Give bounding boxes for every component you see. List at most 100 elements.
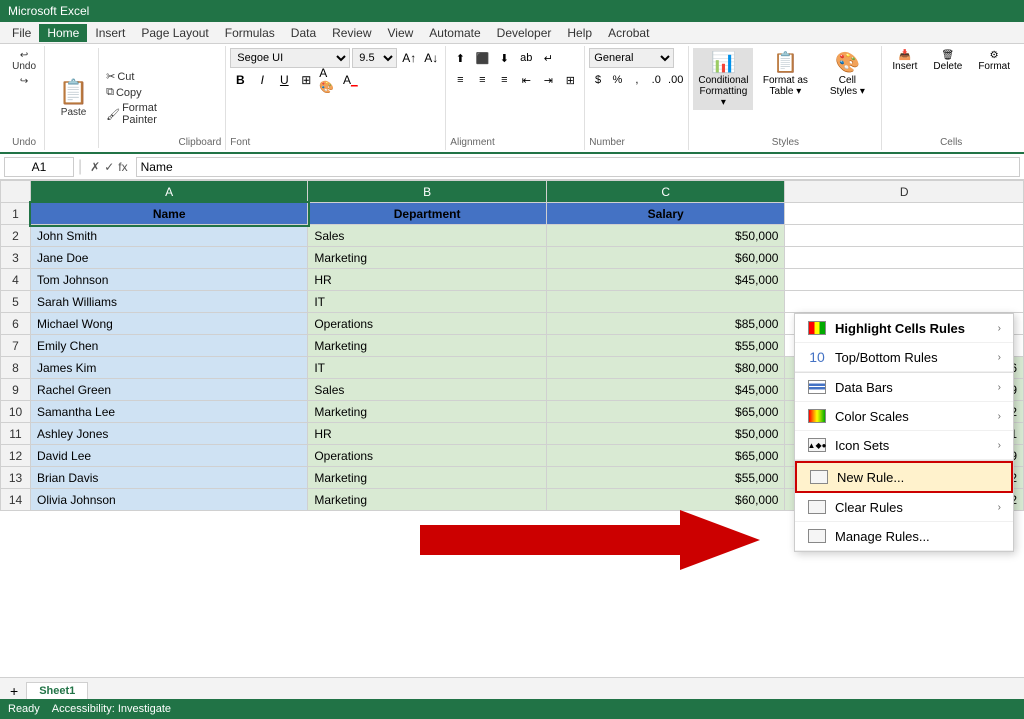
cell-d2[interactable] [785,225,1024,247]
cell-d4[interactable] [785,269,1024,291]
cell-a7[interactable]: Emily Chen [31,335,308,357]
merge-center-button[interactable]: ⊞ [560,70,580,90]
menu-automate[interactable]: Automate [421,24,488,42]
cell-c9[interactable]: $45,000 [546,379,785,401]
cell-c6[interactable]: $85,000 [546,313,785,335]
cell-a10[interactable]: Samantha Lee [31,401,308,423]
cell-b11[interactable]: HR [308,423,547,445]
menu-page-layout[interactable]: Page Layout [133,24,216,42]
border-button[interactable]: ⊞ [296,70,316,90]
italic-button[interactable]: I [252,70,272,90]
cell-d1[interactable] [785,203,1024,225]
align-center-button[interactable]: ≡ [472,70,492,90]
dropdown-item-icon-sets[interactable]: ▲◆● Icon Sets › [795,431,1013,460]
menu-file[interactable]: File [4,24,39,42]
cell-b1[interactable]: Department [308,203,547,225]
align-middle-button[interactable]: ⬛ [472,48,492,68]
number-format-select[interactable]: General [589,48,674,68]
col-header-b[interactable]: B [308,181,547,203]
col-header-c[interactable]: C [546,181,785,203]
format-painter-button[interactable]: 🖌 Format Painter [103,101,174,127]
dropdown-item-data-bars[interactable]: Data Bars › [795,373,1013,402]
menu-data[interactable]: Data [283,24,324,42]
menu-help[interactable]: Help [559,24,600,42]
bold-button[interactable]: B [230,70,250,90]
cell-b6[interactable]: Operations [308,313,547,335]
percent-button[interactable]: % [609,70,626,90]
cell-a1[interactable]: Name [31,203,308,225]
cell-a12[interactable]: David Lee [31,445,308,467]
cell-styles-button[interactable]: 🎨 CellStyles ▾ [817,48,877,99]
dropdown-item-clear-rules[interactable]: Clear Rules › [795,493,1013,522]
align-right-button[interactable]: ≡ [494,70,514,90]
cell-b7[interactable]: Marketing [308,335,547,357]
cell-a4[interactable]: Tom Johnson [31,269,308,291]
decrease-font-button[interactable]: A↓ [421,48,441,68]
insert-button[interactable]: 📥 Insert [886,48,923,74]
cell-c8[interactable]: $80,000 [546,357,785,379]
cell-b12[interactable]: Operations [308,445,547,467]
cell-d3[interactable] [785,247,1024,269]
format-button[interactable]: ⚙ Format [972,48,1016,74]
copy-button[interactable]: ⧉ Copy [103,85,174,100]
cell-a11[interactable]: Ashley Jones [31,423,308,445]
cell-b8[interactable]: IT [308,357,547,379]
confirm-formula-icon[interactable]: ✓ [104,160,114,174]
cell-c14[interactable]: $60,000 [546,489,785,511]
cell-b14[interactable]: Marketing [308,489,547,511]
decrease-indent-button[interactable]: ⇤ [516,70,536,90]
cell-b9[interactable]: Sales [308,379,547,401]
cell-b2[interactable]: Sales [308,225,547,247]
cell-a6[interactable]: Michael Wong [31,313,308,335]
sheet-tab-sheet1[interactable]: Sheet1 [26,682,88,699]
col-header-a[interactable]: A [31,181,308,203]
delete-button[interactable]: 🗑 Delete [927,48,968,74]
align-top-button[interactable]: ⬆ [450,48,470,68]
undo-button[interactable]: ↩ Undo [8,48,40,74]
cell-b4[interactable]: HR [308,269,547,291]
cell-c2[interactable]: $50,000 [546,225,785,247]
cell-c7[interactable]: $55,000 [546,335,785,357]
cell-b5[interactable]: IT [308,291,547,313]
format-table-button[interactable]: 📋 Format asTable ▾ [755,48,815,99]
menu-acrobat[interactable]: Acrobat [600,24,657,42]
cell-c3[interactable]: $60,000 [546,247,785,269]
insert-function-icon[interactable]: fx [118,160,127,174]
dropdown-item-new-rule[interactable]: New Rule... [795,461,1013,493]
increase-font-button[interactable]: A↑ [399,48,419,68]
comma-button[interactable]: , [628,70,645,90]
align-bottom-button[interactable]: ⬇ [494,48,514,68]
dropdown-item-color-scales[interactable]: Color Scales › [795,402,1013,431]
dropdown-item-highlight-cells[interactable]: Highlight Cells Rules › [795,314,1013,343]
cell-a9[interactable]: Rachel Green [31,379,308,401]
cell-c1[interactable]: Salary [546,203,785,225]
cell-c10[interactable]: $65,000 [546,401,785,423]
cell-name-box[interactable] [4,157,74,177]
align-left-button[interactable]: ≡ [450,70,470,90]
fill-color-button[interactable]: A🎨 [318,70,338,90]
underline-button[interactable]: U [274,70,294,90]
menu-formulas[interactable]: Formulas [217,24,283,42]
font-family-select[interactable]: Segoe UI [230,48,350,68]
increase-indent-button[interactable]: ⇥ [538,70,558,90]
cell-a14[interactable]: Olivia Johnson [31,489,308,511]
paste-button[interactable]: 📋 Paste [49,48,99,148]
cut-button[interactable]: ✂ Cut [103,69,174,84]
conditional-formatting-button[interactable]: 📊 ConditionalFormatting ▾ [693,48,753,110]
font-size-select[interactable]: 9.5 [352,48,397,68]
increase-decimal-button[interactable]: .0 [648,70,665,90]
menu-insert[interactable]: Insert [87,24,133,42]
wrap-text-button[interactable]: ↵ [538,48,558,68]
menu-view[interactable]: View [380,24,422,42]
col-header-d[interactable]: D [785,181,1024,203]
cell-a13[interactable]: Brian Davis [31,467,308,489]
decrease-decimal-button[interactable]: .00 [667,70,684,90]
cell-c4[interactable]: $45,000 [546,269,785,291]
menu-home[interactable]: Home [39,24,87,42]
orientation-button[interactable]: ab [516,48,536,68]
font-color-button[interactable]: A_ [340,70,360,90]
formula-input[interactable] [136,157,1020,177]
cell-a2[interactable]: John Smith [31,225,308,247]
cell-b13[interactable]: Marketing [308,467,547,489]
menu-review[interactable]: Review [324,24,379,42]
